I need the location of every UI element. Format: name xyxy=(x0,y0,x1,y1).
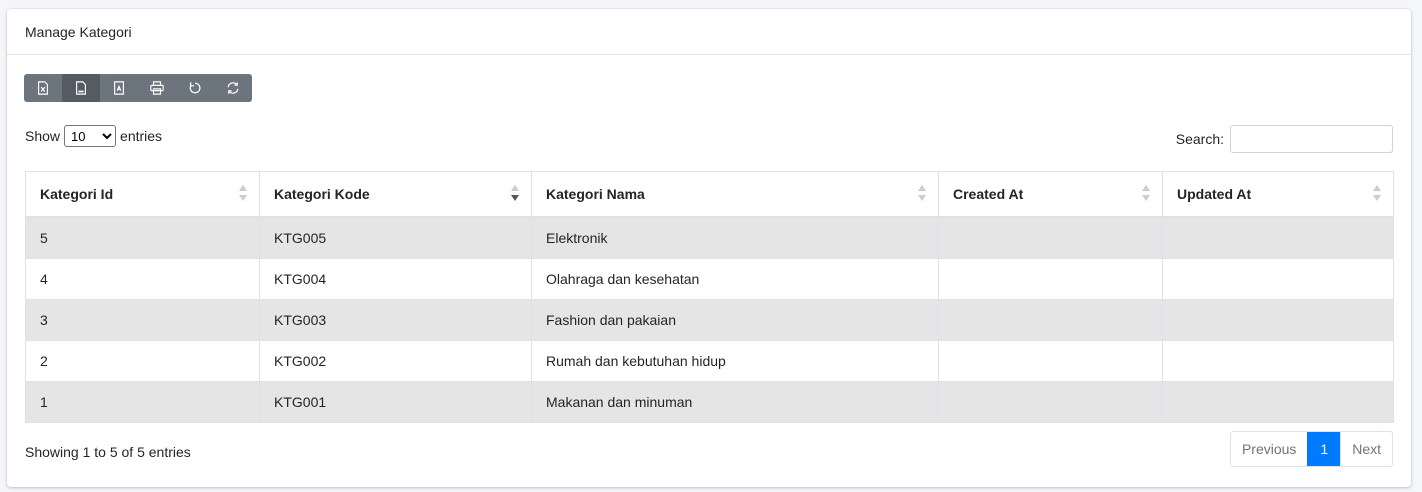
cell-created-at xyxy=(938,381,1163,423)
excel-icon xyxy=(38,81,48,95)
cell-created-at xyxy=(938,340,1163,382)
export-csv-button[interactable] xyxy=(62,74,100,102)
reload-icon xyxy=(227,82,239,94)
manage-kategori-card: Manage Kategori Show 10 entries Search: … xyxy=(7,9,1411,487)
sort-icon xyxy=(1142,185,1150,203)
show-label: Show xyxy=(25,128,61,144)
reload-button[interactable] xyxy=(214,74,252,102)
cell-kategori-nama: Olahraga dan kesehatan xyxy=(531,258,939,300)
table-row: 1 KTG001 Makanan dan minuman xyxy=(25,381,1394,423)
cell-kategori-id: 2 xyxy=(25,340,260,382)
print-icon xyxy=(150,81,164,95)
cell-kategori-kode: KTG002 xyxy=(259,340,532,382)
column-header-label: Kategori Kode xyxy=(274,186,370,202)
sort-icon xyxy=(1373,185,1381,203)
search-input[interactable] xyxy=(1230,125,1393,153)
sort-desc-icon xyxy=(511,185,519,203)
table-row: 4 KTG004 Olahraga dan kesehatan xyxy=(25,258,1394,300)
cell-kategori-kode: KTG005 xyxy=(259,217,532,259)
card-title: Manage Kategori xyxy=(7,9,1411,55)
column-header-label: Kategori Id xyxy=(40,186,114,202)
page-1-button[interactable]: 1 xyxy=(1307,432,1341,466)
export-toolbar xyxy=(24,74,252,102)
cell-kategori-kode: KTG001 xyxy=(259,381,532,423)
cell-kategori-id: 5 xyxy=(25,217,260,259)
table-row: 3 KTG003 Fashion dan pakaian xyxy=(25,299,1394,341)
cell-updated-at xyxy=(1162,340,1394,382)
column-header-created-at[interactable]: Created At xyxy=(938,171,1163,218)
cell-kategori-nama: Rumah dan kebutuhan hidup xyxy=(531,340,939,382)
table-header-row: Kategori Id Kategori Kode Kategori Nama … xyxy=(25,171,1394,218)
pagination: Previous 1 Next xyxy=(1229,431,1393,467)
cell-kategori-kode: KTG003 xyxy=(259,299,532,341)
cell-kategori-id: 4 xyxy=(25,258,260,300)
entries-select[interactable]: 10 xyxy=(64,125,117,147)
column-header-label: Kategori Nama xyxy=(546,186,645,202)
column-header-kategori-id[interactable]: Kategori Id xyxy=(25,171,260,218)
cell-updated-at xyxy=(1162,217,1394,259)
column-header-kategori-nama[interactable]: Kategori Nama xyxy=(531,171,939,218)
cell-created-at xyxy=(938,258,1163,300)
reset-button[interactable] xyxy=(176,74,214,102)
previous-page-button[interactable]: Previous xyxy=(1231,432,1307,466)
table-info: Showing 1 to 5 of 5 entries xyxy=(25,444,191,460)
sort-icon xyxy=(239,185,247,203)
kategori-table: Kategori Id Kategori Kode Kategori Nama … xyxy=(25,171,1394,423)
csv-icon xyxy=(76,81,86,95)
cell-created-at xyxy=(938,299,1163,341)
print-button[interactable] xyxy=(138,74,176,102)
search-label: Search: xyxy=(1175,131,1224,147)
column-header-label: Created At xyxy=(953,186,1024,202)
pdf-icon xyxy=(114,81,124,95)
cell-kategori-nama: Makanan dan minuman xyxy=(531,381,939,423)
cell-updated-at xyxy=(1162,381,1394,423)
reset-icon xyxy=(189,82,201,94)
cell-kategori-id: 1 xyxy=(25,381,260,423)
table-row: 2 KTG002 Rumah dan kebutuhan hidup xyxy=(25,340,1394,382)
cell-updated-at xyxy=(1162,258,1394,300)
column-header-kategori-kode[interactable]: Kategori Kode xyxy=(259,171,532,218)
next-page-button[interactable]: Next xyxy=(1340,432,1392,466)
cell-kategori-nama: Elektronik xyxy=(531,217,939,259)
cell-kategori-id: 3 xyxy=(25,299,260,341)
search-control: Search: xyxy=(1176,125,1393,153)
column-header-label: Updated At xyxy=(1177,186,1252,202)
sort-icon xyxy=(918,185,926,203)
entries-label: entries xyxy=(120,128,163,144)
cell-created-at xyxy=(938,217,1163,259)
column-header-updated-at[interactable]: Updated At xyxy=(1162,171,1394,218)
cell-kategori-nama: Fashion dan pakaian xyxy=(531,299,939,341)
entries-length-control: Show 10 entries xyxy=(25,125,162,147)
table-row: 5 KTG005 Elektronik xyxy=(25,217,1394,259)
cell-updated-at xyxy=(1162,299,1394,341)
export-pdf-button[interactable] xyxy=(100,74,138,102)
export-excel-button[interactable] xyxy=(24,74,62,102)
cell-kategori-kode: KTG004 xyxy=(259,258,532,300)
